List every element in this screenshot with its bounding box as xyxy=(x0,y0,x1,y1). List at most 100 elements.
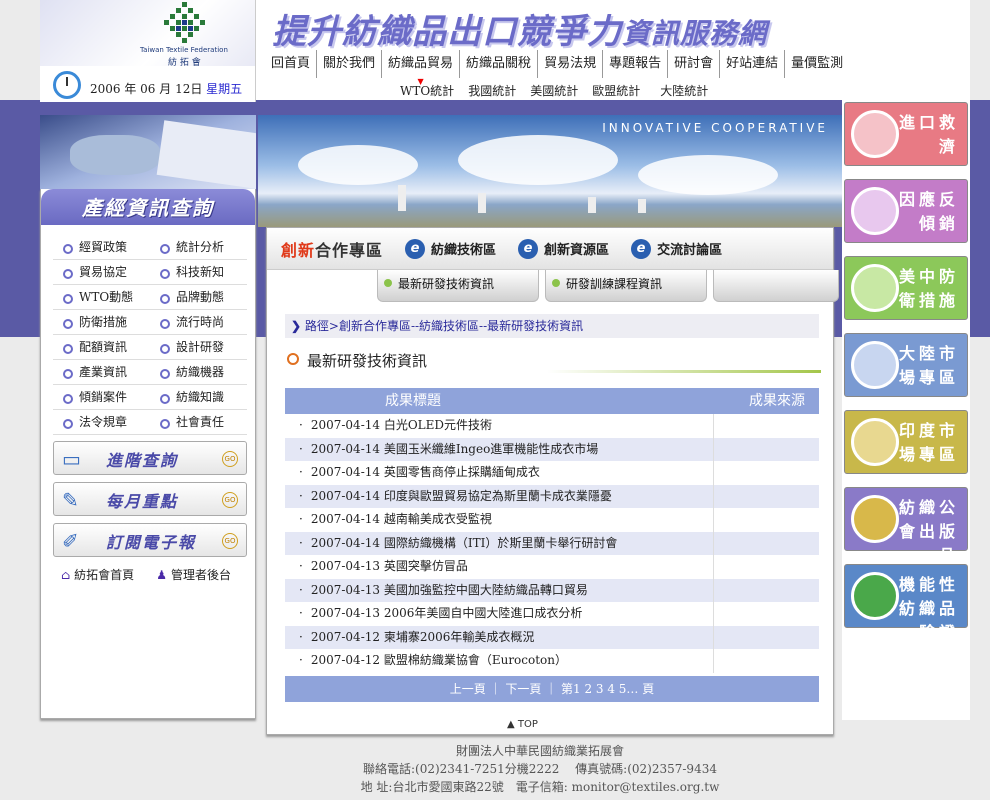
publications-button[interactable]: 紡織公會出版品 xyxy=(844,487,968,565)
button-label: 紡織公會出版品 xyxy=(899,498,960,565)
china-market-button[interactable]: 大陸市場專區 xyxy=(844,333,968,397)
link-item[interactable]: 法令規章 xyxy=(53,410,150,434)
nav-textile-trade[interactable]: 紡織品貿易 xyxy=(382,50,461,78)
link-item[interactable]: 統計分析 xyxy=(150,235,247,259)
row-title[interactable]: 2007-04-14 英國零售商停止採購緬甸成衣 xyxy=(285,461,714,485)
subnav-taiwan[interactable]: 我國統計 xyxy=(468,82,516,99)
date-text: 2006 年 06 月 12日 xyxy=(90,82,203,96)
table-row[interactable]: 2007-04-14 美國玉米纖維Ingeo進軍機能性成衣市場 xyxy=(285,437,819,461)
functional-textile-button[interactable]: 機能性紡織品驗證 xyxy=(844,564,968,642)
pencil-icon: ✐ xyxy=(62,529,79,553)
section-divider xyxy=(547,370,821,373)
link-item[interactable]: 傾銷案件 xyxy=(53,385,150,409)
table-row[interactable]: 2007-04-14 越南輸美成衣受監視 xyxy=(285,508,819,532)
row-title[interactable]: 2007-04-14 國際紡織機構（ITI）於斯里蘭卡舉行研討會 xyxy=(285,531,714,555)
import-relief-button[interactable]: 進口救濟 xyxy=(844,102,968,166)
subnav-eu[interactable]: 歐盟統計 xyxy=(592,82,640,99)
india-market-button[interactable]: 印度市場專區 xyxy=(844,410,968,474)
results-table: 成果標題 成果來源 2007-04-14 白光OLED元件技術 2007-04-… xyxy=(285,388,819,673)
e-icon: e xyxy=(518,238,539,259)
china-map-icon xyxy=(851,341,899,389)
link-item[interactable]: 經貿政策 xyxy=(53,235,150,259)
nav-reports[interactable]: 專題報告 xyxy=(603,50,669,78)
sub-nav: WTO統計 我國統計 美國統計 歐盟統計 大陸統計 xyxy=(400,82,708,99)
home-link[interactable]: ⌂ 紡拓會首頁 xyxy=(61,566,134,583)
row-title[interactable]: 2007-04-13 英國突擊仿冒品 xyxy=(285,555,714,579)
link-item[interactable]: 配額資訊 xyxy=(53,335,150,359)
table-row[interactable]: 2007-04-12 歐盟棉紡織業協會（Eurocoton） xyxy=(285,649,819,673)
row-title[interactable]: 2007-04-13 美國加強監控中國大陸紡織品轉口貿易 xyxy=(285,578,714,602)
subtab-training[interactable]: 研發訓練課程資訊 xyxy=(545,270,707,302)
tab-forum[interactable]: e 交流討論區 xyxy=(631,238,723,259)
subtab-latest-tech[interactable]: 最新研發技術資訊 xyxy=(377,270,539,302)
nav-price-monitor[interactable]: 量價監測 xyxy=(785,50,849,78)
back-to-top-link[interactable]: ▲ TOP xyxy=(507,719,538,730)
row-title[interactable]: 2007-04-14 白光OLED元件技術 xyxy=(285,414,714,438)
tab-textile-tech[interactable]: e 紡織技術區 xyxy=(405,238,497,259)
nav-seminar[interactable]: 研討會 xyxy=(668,50,721,78)
breadcrumb: ❯ 路徑>創新合作專區--紡織技術區--最新研發技術資訊 xyxy=(285,314,819,338)
airplane-icon xyxy=(851,110,899,158)
tab-label: 紡織技術區 xyxy=(431,243,497,258)
table-row[interactable]: 2007-04-14 印度與歐盟貿易協定為斯里蘭卡成衣業隱憂 xyxy=(285,484,819,508)
table-row[interactable]: 2007-04-13 英國突擊仿冒品 xyxy=(285,555,819,579)
link-item[interactable]: 品牌動態 xyxy=(150,285,247,309)
pagination[interactable]: 上一頁 ｜ 下一頁 ｜ 第1 2 3 4 5… 頁 xyxy=(285,676,819,702)
site-title-main: 提升紡織品出口競爭力 xyxy=(272,12,622,52)
nav-tariff[interactable]: 紡織品關稅 xyxy=(460,50,539,78)
monthly-focus-button[interactable]: ✎ 每月重點 GO xyxy=(53,482,247,516)
link-item[interactable]: 紡織機器 xyxy=(150,360,247,384)
nav-regulations[interactable]: 貿易法規 xyxy=(538,50,604,78)
nav-about[interactable]: 關於我們 xyxy=(317,50,383,78)
advanced-search-button[interactable]: ▭ 進階查詢 GO xyxy=(53,441,247,475)
banner-slogan: INNOVATIVE COOPERATIVE xyxy=(602,121,828,135)
link-item[interactable]: 社會責任 xyxy=(150,410,247,434)
admin-link-label: 管理者後台 xyxy=(170,568,231,582)
link-item[interactable]: 貿易協定 xyxy=(53,260,150,284)
row-title[interactable]: 2007-04-14 越南輸美成衣受監視 xyxy=(285,508,714,532)
link-item[interactable]: 紡織知識 xyxy=(150,385,247,409)
tab-label: 交流討論區 xyxy=(657,243,723,258)
table-row[interactable]: 2007-04-14 白光OLED元件技術 xyxy=(285,414,819,438)
row-title[interactable]: 2007-04-14 印度與歐盟貿易協定為斯里蘭卡成衣業隱憂 xyxy=(285,484,714,508)
section-title: 最新研發技術資訊 xyxy=(287,350,427,371)
logo-area[interactable]: Taiwan Textile Federation 紡 拓 會 xyxy=(40,0,256,68)
monitor-icon: ▭ xyxy=(62,447,81,471)
tab-innovation-resources[interactable]: e 創新資源區 xyxy=(518,238,609,259)
table-row[interactable]: 2007-04-13 美國加強監控中國大陸紡織品轉口貿易 xyxy=(285,578,819,602)
link-item[interactable]: 科技新知 xyxy=(150,260,247,284)
admin-link[interactable]: ♟ 管理者後台 xyxy=(156,566,231,583)
table-row[interactable]: 2007-04-14 國際紡織機構（ITI）於斯里蘭卡舉行研討會 xyxy=(285,531,819,555)
arrow-icon: ❯ xyxy=(291,319,302,333)
footer-address: 地 址:台北市愛國東路22號 電子信箱: monitor@textiles.or… xyxy=(360,780,720,794)
link-item[interactable]: 設計研發 xyxy=(150,335,247,359)
nav-links[interactable]: 好站連結 xyxy=(720,50,786,78)
row-title[interactable]: 2007-04-12 歐盟棉紡織業協會（Eurocoton） xyxy=(285,649,714,673)
button-label: 因應反傾銷 xyxy=(899,190,960,233)
tab-innovation-label: 合作專區 xyxy=(315,240,384,260)
link-item[interactable]: 防衛措施 xyxy=(53,310,150,334)
link-item[interactable]: 產業資訊 xyxy=(53,360,150,384)
subnav-china[interactable]: 大陸統計 xyxy=(660,82,708,99)
anti-dumping-button[interactable]: 因應反傾銷 xyxy=(844,179,968,243)
subnav-usa[interactable]: 美國統計 xyxy=(530,82,578,99)
subscribe-button[interactable]: ✐ 訂閱電子報 GO xyxy=(53,523,247,557)
clock-icon xyxy=(53,71,81,99)
us-china-safeguard-button[interactable]: 美中防衛措施 xyxy=(844,256,968,320)
table-row[interactable]: 2007-04-13 2006年美國自中國大陸進口成衣分析 xyxy=(285,602,819,626)
table-row[interactable]: 2007-04-14 英國零售商停止採購緬甸成衣 xyxy=(285,461,819,485)
col-title: 成果標題 xyxy=(385,393,441,409)
link-item[interactable]: 流行時尚 xyxy=(150,310,247,334)
row-title[interactable]: 2007-04-12 柬埔寨2006年輸美成衣概況 xyxy=(285,625,714,649)
go-icon: GO xyxy=(222,492,238,508)
tab-innovation[interactable]: 創新合作專區 xyxy=(281,237,383,261)
link-item[interactable]: WTO動態 xyxy=(53,285,150,309)
user-icon: ♟ xyxy=(156,568,167,582)
subnav-wto[interactable]: WTO統計 xyxy=(400,82,454,99)
row-title[interactable]: 2007-04-14 美國玉米纖維Ingeo進軍機能性成衣市場 xyxy=(285,437,714,461)
row-title[interactable]: 2007-04-13 2006年美國自中國大陸進口成衣分析 xyxy=(285,602,714,626)
date-bar: 2006 年 06 月 12日 星期五 xyxy=(40,66,256,102)
panel-title: 產經資訊查詢 xyxy=(41,189,255,225)
nav-home[interactable]: 回首頁 xyxy=(265,50,318,78)
table-row[interactable]: 2007-04-12 柬埔寨2006年輸美成衣概況 xyxy=(285,625,819,649)
